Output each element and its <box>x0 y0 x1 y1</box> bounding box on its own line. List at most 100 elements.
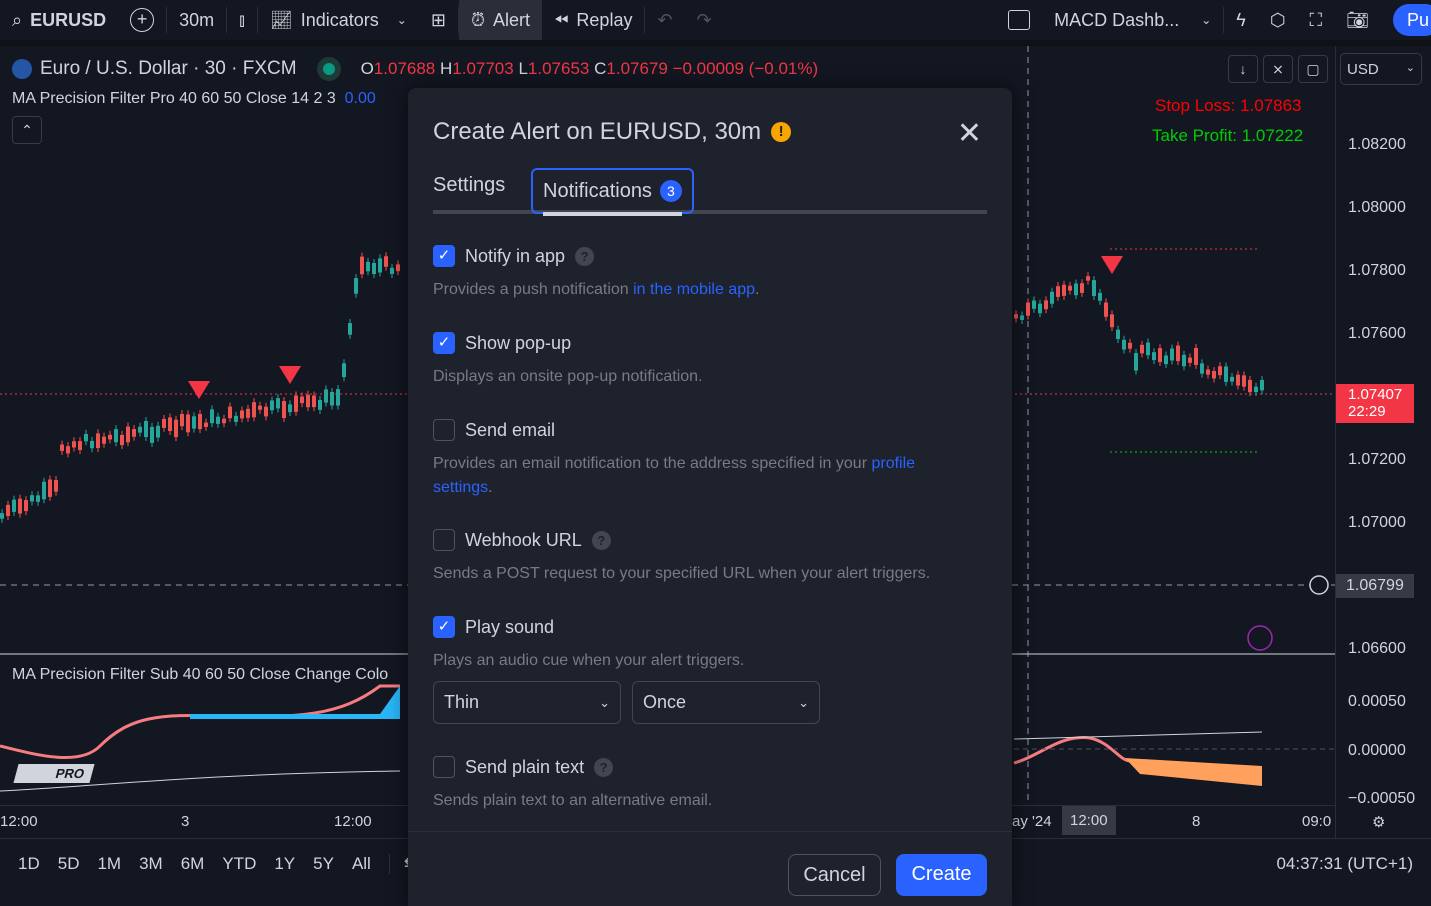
oscillator-line <box>0 684 400 759</box>
webhook-checkbox[interactable] <box>433 529 455 551</box>
candle <box>372 262 376 275</box>
webhook-desc: Sends a POST request to your specified U… <box>433 565 931 582</box>
candle <box>390 267 394 274</box>
symbol-title[interactable]: Euro / U.S. Dollar · 30 · FXCM <box>40 58 297 80</box>
help-icon[interactable]: ? <box>591 530 611 550</box>
send-email-option[interactable]: Send email <box>433 419 555 441</box>
sub-indicator-legend[interactable]: MA Precision Filter Sub 40 60 50 Close C… <box>12 666 388 684</box>
undo-icon: ↶ <box>657 9 673 30</box>
notify-in-app-checkbox[interactable]: ✓ <box>433 245 455 267</box>
candle <box>192 416 196 429</box>
plain-text-option[interactable]: Send plain text? <box>433 756 614 778</box>
range-5d[interactable]: 5D <box>58 854 80 874</box>
repeat-select[interactable]: Once ⌄ <box>632 681 820 724</box>
candle <box>186 414 190 433</box>
layout-name-button[interactable]: MACD Dashb... ⌄ <box>1042 0 1223 40</box>
help-icon[interactable]: ? <box>594 757 614 777</box>
fullscreen-button[interactable]: ⛶ <box>1298 0 1335 40</box>
range-all[interactable]: All <box>352 854 371 874</box>
interval-button[interactable]: 30m <box>167 0 226 40</box>
layout-toggle[interactable] <box>996 0 1042 40</box>
sound-select[interactable]: Thin ⌄ <box>433 681 621 724</box>
indicators-button[interactable]: 📈︎ Indicators ⌄ <box>258 0 419 40</box>
plain-text-checkbox[interactable] <box>433 756 455 778</box>
range-1y[interactable]: 1Y <box>274 854 295 874</box>
help-icon[interactable]: ? <box>575 246 595 266</box>
add-symbol-button[interactable]: + <box>118 0 166 40</box>
candle <box>288 404 292 413</box>
send-email-checkbox[interactable] <box>433 419 455 441</box>
play-sound-checkbox[interactable]: ✓ <box>433 616 455 638</box>
range-1m[interactable]: 1M <box>97 854 121 874</box>
candle <box>126 426 130 443</box>
candle <box>1014 314 1018 319</box>
chart-type-button[interactable]: ⫾ <box>227 0 257 40</box>
chevron-down-icon: ⌄ <box>798 695 809 710</box>
indicator-legend[interactable]: MA Precision Filter Pro 40 60 50 Close 1… <box>12 90 376 108</box>
close-icon[interactable]: ✕ <box>957 116 982 151</box>
range-1d[interactable]: 1D <box>18 854 40 874</box>
candle <box>1122 339 1126 350</box>
candle <box>1020 315 1024 320</box>
candle <box>1200 363 1204 374</box>
undo-button[interactable]: ↶ <box>645 0 684 40</box>
collapse-button[interactable]: ⨯ <box>1263 55 1293 83</box>
candle <box>1098 292 1102 301</box>
current-price-label: 1.07407 22:29 <box>1336 384 1414 423</box>
axis-settings-icon[interactable]: ⚙ <box>1372 813 1385 831</box>
candle <box>222 418 226 424</box>
candle <box>1242 375 1246 387</box>
candle <box>348 323 352 335</box>
clock[interactable]: 04:37:31 (UTC+1) <box>1276 854 1413 874</box>
candle <box>1038 303 1042 314</box>
notify-in-app-option[interactable]: ✓ Notify in app? <box>433 245 595 267</box>
candle <box>252 402 256 418</box>
symbol-search[interactable]: ⌕ EURUSD <box>0 0 118 40</box>
grid-icon: ⊞ <box>430 9 446 30</box>
show-popup-option[interactable]: ✓ Show pop-up <box>433 332 571 354</box>
candle <box>1116 329 1120 340</box>
show-popup-desc: Displays an onsite pop-up notification. <box>433 368 703 385</box>
candle <box>132 429 136 437</box>
scroll-to-latest-button[interactable]: ↓ <box>1228 55 1258 83</box>
range-6m[interactable]: 6M <box>181 854 205 874</box>
redo-button[interactable]: ↷ <box>685 0 724 40</box>
time-tick: 12:00 <box>0 813 38 830</box>
show-popup-checkbox[interactable]: ✓ <box>433 332 455 354</box>
range-ytd[interactable]: YTD <box>222 854 256 874</box>
currency-select[interactable]: USD ⌄ <box>1340 53 1422 85</box>
layouts-button[interactable]: ⊞ <box>419 0 458 40</box>
tradingview-logo: PRO <box>13 764 95 783</box>
price-axis[interactable]: USD ⌄ 1.08200 1.08000 1.07800 1.07600 1.0… <box>1335 46 1431 838</box>
webhook-option[interactable]: Webhook URL? <box>433 529 611 551</box>
mobile-app-link[interactable]: in the mobile app <box>633 281 755 298</box>
candle <box>294 395 298 412</box>
collapse-legend-button[interactable]: ⌃ <box>12 116 42 144</box>
candle <box>258 405 262 410</box>
quick-search-button[interactable]: ϟ <box>1224 0 1258 40</box>
range-5y[interactable]: 5Y <box>313 854 334 874</box>
settings-button[interactable]: ⬡ <box>1258 0 1298 40</box>
candle <box>270 400 274 411</box>
alert-button[interactable]: ⏰︎ Alert <box>458 0 543 40</box>
candle <box>330 391 334 406</box>
play-sound-option[interactable]: ✓ Play sound <box>433 616 554 638</box>
tab-notifications[interactable]: Notifications 3 <box>531 168 694 216</box>
price-tick: 1.07000 <box>1348 514 1406 531</box>
candle <box>150 426 154 443</box>
tab-settings[interactable]: Settings <box>433 174 505 197</box>
candle <box>342 363 346 378</box>
candle <box>24 500 28 512</box>
candle <box>1248 379 1252 393</box>
candle <box>1050 291 1054 304</box>
create-button[interactable]: Create <box>896 854 987 896</box>
publish-button[interactable]: Pu <box>1393 4 1431 36</box>
square-icon <box>1008 10 1031 30</box>
replay-button[interactable]: ⏪︎ Replay <box>542 0 644 40</box>
snapshot-button[interactable]: 📷︎ <box>1334 0 1381 40</box>
range-3m[interactable]: 3M <box>139 854 163 874</box>
maximize-button[interactable]: ▢ <box>1298 55 1328 83</box>
cancel-button[interactable]: Cancel <box>788 854 881 896</box>
candle <box>1236 374 1240 386</box>
warning-icon[interactable]: ! <box>771 122 792 142</box>
